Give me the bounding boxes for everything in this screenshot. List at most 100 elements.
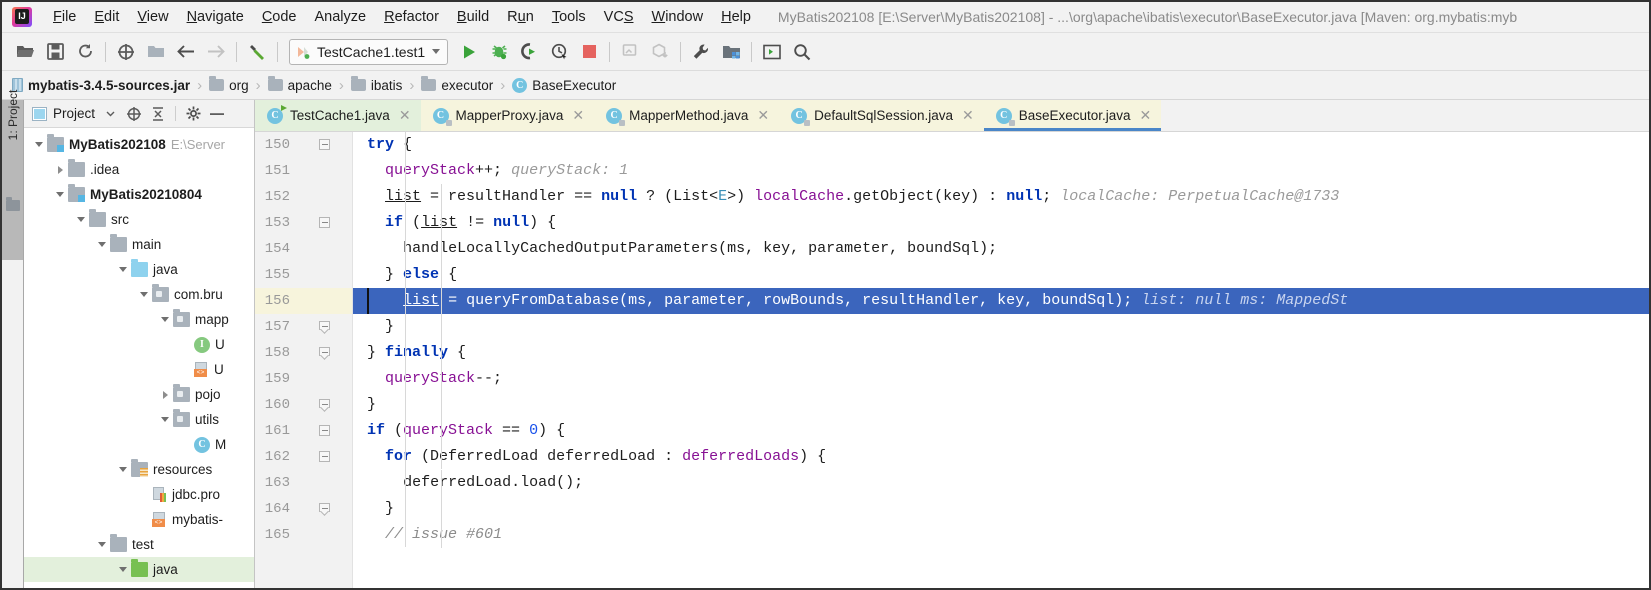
stop-icon[interactable] <box>574 37 604 67</box>
breadcrumb-item-ibatis[interactable]: ibatis <box>350 76 402 93</box>
tree-node[interactable]: jdbc.pro <box>24 482 254 507</box>
chevron-down-icon[interactable] <box>32 138 46 152</box>
code-line[interactable]: } else { <box>353 262 1649 288</box>
tree-node[interactable]: java <box>24 257 254 282</box>
minimize-icon[interactable] <box>208 105 226 123</box>
chevron-down-icon[interactable] <box>101 105 119 123</box>
chevron-down-icon[interactable] <box>95 238 109 252</box>
code-line[interactable]: handleLocallyCachedOutputParameters(ms, … <box>353 236 1649 262</box>
line-number[interactable]: 157 <box>265 314 290 340</box>
tool-tab-project[interactable]: 1: Project <box>6 88 20 142</box>
tree-node[interactable]: java <box>24 557 254 582</box>
menu-item-analyze[interactable]: Analyze <box>306 6 376 28</box>
close-icon[interactable]: ✕ <box>1140 107 1152 124</box>
tree-node[interactable]: main <box>24 232 254 257</box>
tree-node[interactable]: IU <box>24 332 254 357</box>
line-number[interactable]: 156 <box>265 288 290 314</box>
back-arrow-icon[interactable] <box>171 37 201 67</box>
close-icon[interactable]: ✕ <box>962 107 974 124</box>
chevron-down-icon[interactable] <box>95 538 109 552</box>
fold-marker[interactable] <box>319 347 330 358</box>
code-line[interactable]: } <box>353 392 1649 418</box>
editor-tabs[interactable]: C TestCache1.java ✕ C MapperProxy.java ✕ C Mapp… <box>255 100 1649 132</box>
fold-marker[interactable] <box>319 321 330 332</box>
project-tree[interactable]: MyBatis202108 E:\Server .idea MyBatis202108… <box>24 128 254 588</box>
close-icon[interactable]: ✕ <box>572 107 584 124</box>
tree-node[interactable]: <> mybatis- <box>24 507 254 532</box>
line-number[interactable]: 164 <box>265 496 290 522</box>
chevron-down-icon[interactable] <box>137 288 151 302</box>
run-with-coverage-icon[interactable] <box>514 37 544 67</box>
tree-node[interactable]: .idea <box>24 157 254 182</box>
line-number[interactable]: 154 <box>265 236 290 262</box>
chevron-down-icon[interactable] <box>116 463 130 477</box>
line-number[interactable]: 163 <box>265 470 290 496</box>
code-line[interactable]: try { <box>353 132 1649 158</box>
fold-marker[interactable] <box>319 451 330 462</box>
tree-node[interactable]: pojo <box>24 382 254 407</box>
tree-node[interactable]: resources <box>24 457 254 482</box>
editor-gutter[interactable]: 150 151 152 153 154 155 156 157 158 159 160 161 162 1… <box>255 132 353 588</box>
breadcrumb-item-class[interactable]: C BaseExecutor <box>512 77 616 93</box>
chevron-down-icon[interactable] <box>116 263 130 277</box>
run-icon[interactable] <box>454 37 484 67</box>
line-number[interactable]: 153 <box>265 210 290 236</box>
code-line[interactable]: // issue #601 <box>353 522 1649 548</box>
menu-item-build[interactable]: Build <box>448 6 498 28</box>
gear-icon[interactable] <box>184 105 202 123</box>
build-hammer-icon[interactable] <box>242 37 272 67</box>
save-all-icon[interactable] <box>40 37 70 67</box>
tree-node[interactable]: src <box>24 207 254 232</box>
debug-icon[interactable] <box>484 37 514 67</box>
profile-icon[interactable] <box>544 37 574 67</box>
terminal-icon[interactable] <box>757 37 787 67</box>
code-line[interactable]: } finally { <box>353 340 1649 366</box>
line-number[interactable]: 150 <box>265 132 290 158</box>
line-number[interactable]: 161 <box>265 418 290 444</box>
code-line[interactable]: deferredLoad.load(); <box>353 470 1649 496</box>
chevron-down-icon[interactable] <box>432 49 441 54</box>
fold-marker[interactable] <box>319 399 330 410</box>
editor-tab[interactable]: C MapperMethod.java ✕ <box>594 100 780 131</box>
line-number[interactable]: 159 <box>265 366 290 392</box>
breadcrumb-item-apache[interactable]: apache <box>267 76 332 93</box>
tree-node[interactable]: MyBatis202108 E:\Server <box>24 132 254 157</box>
code-line[interactable]: for (DeferredLoad deferredLoad : deferre… <box>353 444 1649 470</box>
menu-item-help[interactable]: Help <box>712 6 760 28</box>
menu-item-file[interactable]: File <box>44 6 85 28</box>
menu-item-view[interactable]: View <box>128 6 177 28</box>
chevron-down-icon[interactable] <box>158 413 172 427</box>
close-icon[interactable]: ✕ <box>757 107 769 124</box>
menu-item-window[interactable]: Window <box>643 6 713 28</box>
locate-icon[interactable] <box>125 105 143 123</box>
folder-icon[interactable] <box>141 37 171 67</box>
menu-item-vcs[interactable]: VCS <box>595 6 643 28</box>
tree-node[interactable]: utils <box>24 407 254 432</box>
chevron-down-icon[interactable] <box>116 563 130 577</box>
fold-marker[interactable] <box>319 139 330 150</box>
line-number[interactable]: 158 <box>265 340 290 366</box>
collapse-all-icon[interactable] <box>149 105 167 123</box>
target-icon[interactable] <box>111 37 141 67</box>
settings-wrench-icon[interactable] <box>686 37 716 67</box>
breadcrumb-item-executor[interactable]: executor <box>421 76 493 93</box>
open-folder-icon[interactable] <box>10 37 40 67</box>
run-configuration-selector[interactable]: TestCache1.test1 <box>289 38 449 65</box>
fold-marker[interactable] <box>319 503 330 514</box>
code-line[interactable]: if (queryStack == 0) { <box>353 418 1649 444</box>
menu-item-refactor[interactable]: Refactor <box>375 6 448 28</box>
breadcrumb-item-jar[interactable]: mybatis-3.4.5-sources.jar <box>12 78 190 93</box>
close-icon[interactable]: ✕ <box>399 107 411 124</box>
code-line[interactable]: } <box>353 496 1649 522</box>
code-line[interactable]: if (list != null) { <box>353 210 1649 236</box>
fold-marker[interactable] <box>319 217 330 228</box>
tree-node[interactable]: <> U <box>24 357 254 382</box>
code-line[interactable]: list = resultHandler == null ? (List<E>)… <box>353 184 1649 210</box>
chevron-down-icon[interactable] <box>74 213 88 227</box>
chevron-right-icon[interactable] <box>158 388 172 402</box>
editor-tab[interactable]: C MapperProxy.java ✕ <box>420 100 595 131</box>
search-icon[interactable] <box>787 37 817 67</box>
editor-tab[interactable]: C TestCache1.java ✕ <box>255 100 421 131</box>
line-number[interactable]: 165 <box>265 522 290 548</box>
tree-node[interactable]: MyBatis20210804 <box>24 182 254 207</box>
